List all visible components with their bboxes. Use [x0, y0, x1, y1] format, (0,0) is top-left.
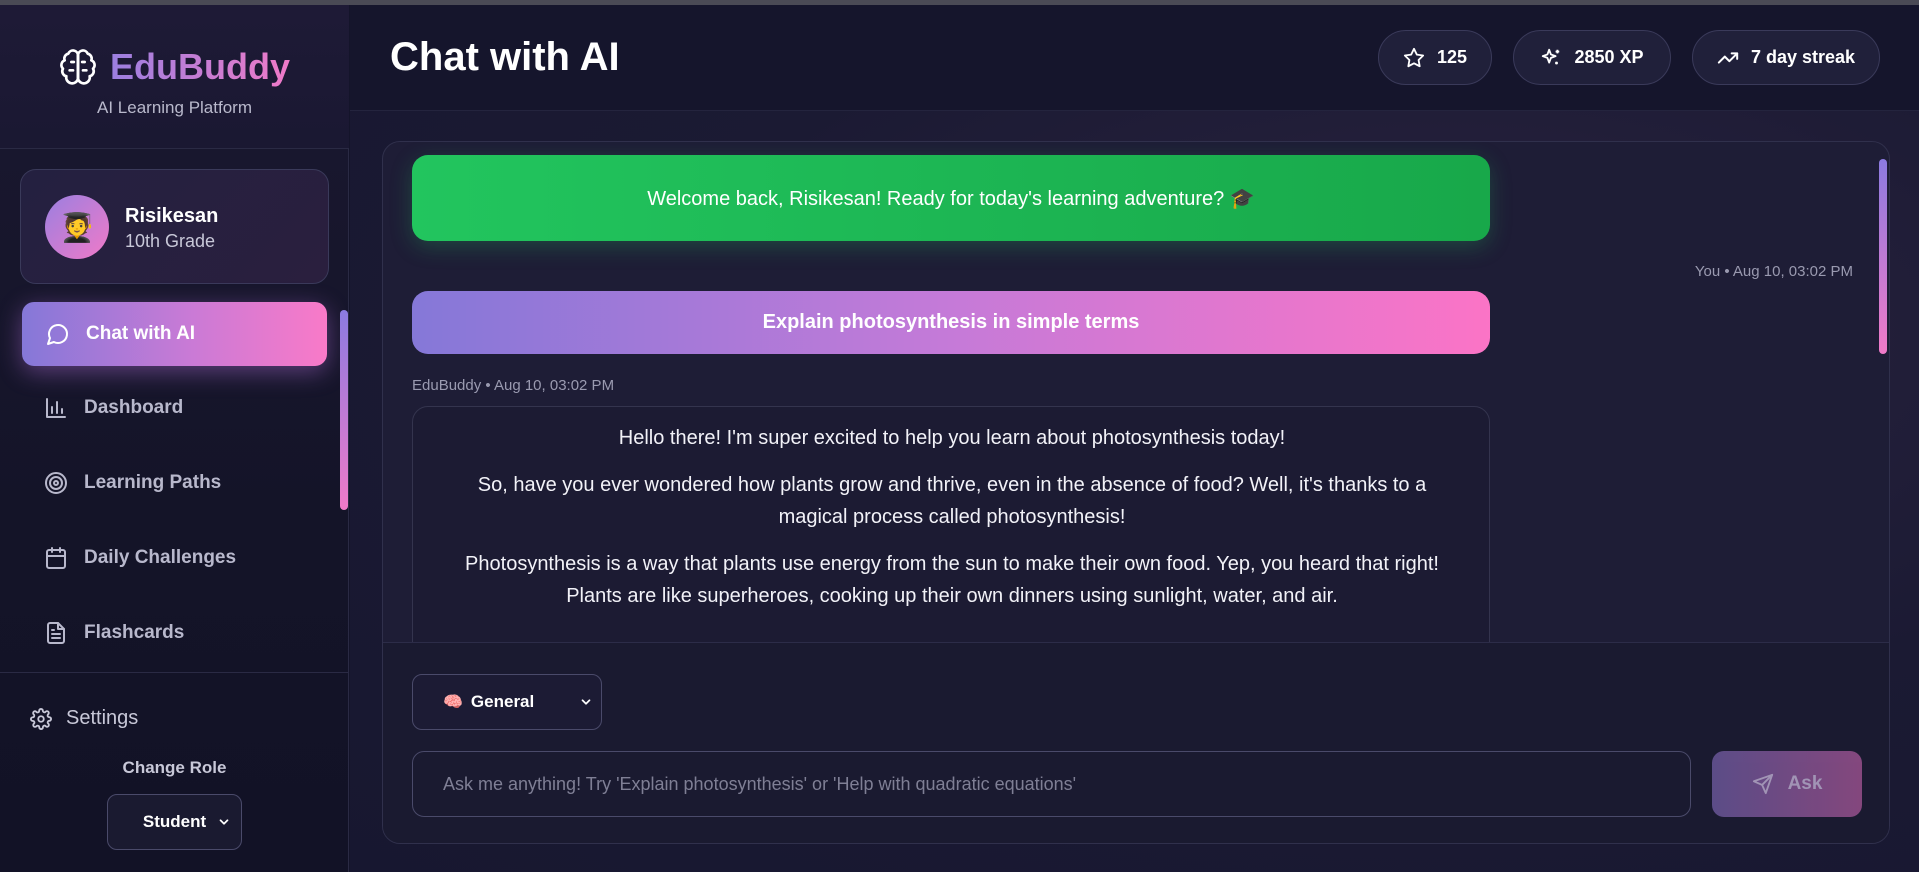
change-role-label: Change Role [122, 758, 227, 777]
profile-card[interactable]: 🧑‍🎓 Risikesan 10th Grade [20, 169, 329, 284]
brain-emoji-icon: 🧠 [443, 694, 463, 711]
role-select[interactable]: Student [107, 794, 242, 850]
send-icon [1752, 773, 1773, 795]
document-icon [47, 622, 65, 644]
profile-grade: 10th Grade [125, 231, 216, 251]
sidebar-item-label: Dashboard [84, 397, 184, 418]
bot-message-meta: EduBuddy • Aug 10, 03:02 PM [412, 377, 615, 394]
mode-select[interactable]: 🧠 General [412, 674, 602, 730]
sidebar-item-label: Chat with AI [86, 323, 196, 344]
sidebar-item-dashboard[interactable]: Dashboard [22, 376, 327, 440]
top-header: Chat with AI 125 2850 XP 7 day streak [350, 5, 1919, 111]
brand-name: EduBuddy [110, 46, 290, 87]
streak-badge[interactable]: 7 day streak [1692, 30, 1880, 85]
chat-scrollbar[interactable] [1879, 159, 1887, 354]
xp-value: 2850 XP [1574, 47, 1644, 67]
chevron-down-icon [581, 699, 591, 705]
user-message: Explain photosynthesis in simple terms [412, 291, 1490, 354]
sidebar-item-daily-challenges[interactable]: Daily Challenges [22, 526, 327, 590]
ask-input[interactable] [412, 751, 1691, 817]
settings-link[interactable]: Settings [30, 707, 138, 730]
stars-value: 125 [1436, 47, 1468, 67]
ask-button-label: Ask [1787, 773, 1823, 794]
composer: 🧠 General Ask [383, 642, 1889, 843]
profile-name: Risikesan [125, 205, 219, 227]
bar-chart-icon [46, 398, 66, 418]
bot-paragraph: So, have you ever wondered how plants gr… [477, 474, 1427, 528]
brand-subtitle: AI Learning Platform [97, 98, 252, 117]
sidebar-item-label: Daily Challenges [84, 547, 237, 568]
sidebar: EduBuddy AI Learning Platform 🧑‍🎓 Risike… [0, 5, 349, 872]
welcome-text: Welcome back, Risikesan! Ready for today… [647, 187, 1255, 210]
sidebar-item-chat-with-ai[interactable]: Chat with AI [22, 302, 327, 366]
chevron-down-icon [219, 819, 229, 825]
chat-panel: Welcome back, Risikesan! Ready for today… [382, 141, 1890, 844]
sidebar-item-label: Learning Paths [84, 472, 222, 493]
brand-header: EduBuddy AI Learning Platform [0, 5, 349, 149]
welcome-message: Welcome back, Risikesan! Ready for today… [412, 155, 1490, 241]
sidebar-footer: Settings Change Role Student [0, 672, 349, 872]
chat-bubble-icon [47, 324, 68, 345]
sparkle-icon [1542, 48, 1560, 64]
stars-badge[interactable]: 125 [1378, 30, 1492, 85]
ask-button[interactable]: Ask [1712, 751, 1862, 817]
brain-icon [60, 49, 96, 85]
gear-icon [30, 707, 52, 730]
sidebar-item-label: Flashcards [84, 622, 185, 643]
trending-up-icon [1717, 51, 1739, 64]
sidebar-item-learning-paths[interactable]: Learning Paths [22, 451, 327, 515]
target-icon [45, 472, 67, 494]
message-list[interactable]: Welcome back, Risikesan! Ready for today… [383, 142, 1889, 642]
graduate-icon: 🧑‍🎓 [59, 211, 95, 243]
mode-select-value: General [470, 692, 535, 711]
star-icon [1403, 47, 1425, 67]
bot-paragraph: Hello there! I'm super excited to help y… [618, 427, 1286, 449]
sidebar-item-flashcards[interactable]: Flashcards [22, 601, 327, 665]
page-title: Chat with AI [390, 35, 620, 79]
bot-message: Hello there! I'm super excited to help y… [412, 406, 1490, 642]
main-content: Welcome back, Risikesan! Ready for today… [350, 111, 1919, 872]
calendar-icon [46, 547, 66, 569]
user-message-text: Explain photosynthesis in simple terms [762, 311, 1140, 333]
settings-label: Settings [66, 707, 139, 729]
streak-value: 7 day streak [1750, 47, 1856, 67]
bot-paragraph: Photosynthesis is a way that plants use … [465, 553, 1439, 607]
role-select-value: Student [142, 812, 207, 831]
brand-logo[interactable]: EduBuddy [58, 45, 290, 89]
avatar: 🧑‍🎓 [45, 195, 109, 259]
xp-badge[interactable]: 2850 XP [1513, 30, 1671, 85]
sidebar-scrollbar[interactable] [340, 310, 348, 510]
user-message-meta: You • Aug 10, 03:02 PM [1694, 263, 1853, 280]
